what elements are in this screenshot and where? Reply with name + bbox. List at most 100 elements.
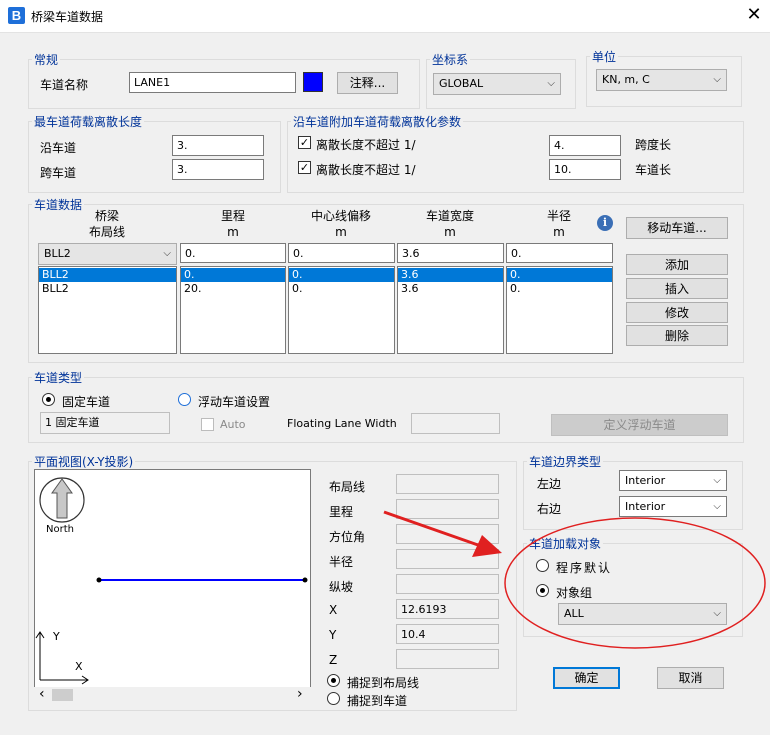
layout-line-select[interactable]: BLL2 ⌵ (38, 243, 177, 265)
max-span-checkbox[interactable]: ✓ (298, 136, 311, 149)
list-item[interactable]: 0. (507, 282, 612, 296)
col-header-layout: 桥梁 布局线 (38, 208, 176, 240)
max-lane-checkbox[interactable]: ✓ (298, 161, 311, 174)
define-floating-lane-button[interactable]: 定义浮动车道 (551, 414, 728, 436)
north-arrow-icon (39, 477, 85, 523)
horizontal-scrollbar[interactable]: ‹ › (34, 686, 311, 702)
left-edge-value: Interior (625, 474, 666, 487)
program-default-label: 程序默认 (556, 561, 613, 575)
cancel-button[interactable]: 取消 (657, 667, 724, 689)
info-y-label: Y (329, 628, 337, 642)
info-icon[interactable]: i (597, 215, 613, 231)
fixed-lane-value: 1 固定车道 (40, 412, 170, 434)
fixed-lane-label: 固定车道 (62, 395, 111, 409)
info-station-label: 里程 (329, 505, 354, 519)
fixed-lane-radio[interactable] (42, 393, 55, 406)
floating-width-label: Floating Lane Width (287, 417, 397, 430)
program-default-radio[interactable] (536, 559, 549, 572)
close-icon[interactable]: ✕ (743, 3, 765, 27)
list-item[interactable]: BLL2 (39, 268, 176, 282)
max-lane-label: 离散长度不超过 1/ (316, 163, 416, 177)
along-lane-field[interactable]: 3. (172, 135, 264, 156)
discretization-group (28, 121, 281, 193)
scroll-right-icon[interactable]: › (297, 686, 303, 702)
radius-list[interactable]: 0. 0. (506, 266, 613, 354)
units-legend: 单位 (590, 48, 619, 65)
col-header-station-line2: m (227, 225, 239, 239)
coord-system-value: GLOBAL (439, 77, 484, 90)
list-item[interactable]: 0. (289, 282, 394, 296)
info-station-field (396, 499, 499, 519)
object-group-select[interactable]: ALL ⌵ (558, 603, 727, 625)
chevron-down-icon: ⌵ (713, 74, 721, 85)
offset-edit-field[interactable]: 0. (288, 243, 395, 263)
col-header-width-line1: 车道宽度 (425, 209, 474, 223)
width-edit-field[interactable]: 3.6 (397, 243, 504, 263)
col-header-width-line2: m (444, 225, 456, 239)
layout-list[interactable]: BLL2 BLL2 (38, 266, 177, 354)
object-group-radio[interactable] (536, 584, 549, 597)
radius-edit-field[interactable]: 0. (506, 243, 613, 263)
note-button[interactable]: 注释... (337, 72, 398, 94)
plan-view-canvas[interactable]: North Y X (34, 469, 311, 688)
list-item[interactable]: 20. (181, 282, 285, 296)
info-y-field: 10.4 (396, 624, 499, 644)
plan-view-legend: 平面视图(X-Y投影) (32, 453, 136, 470)
discretization-legend: 最车道荷载离散长度 (32, 113, 145, 130)
list-item[interactable]: BLL2 (39, 282, 176, 296)
snap-lane-radio[interactable] (327, 692, 340, 705)
right-edge-select[interactable]: Interior ⌵ (619, 496, 727, 517)
max-span-label: 离散长度不超过 1/ (316, 138, 416, 152)
max-lane-field[interactable]: 10. (549, 159, 621, 180)
floating-width-field[interactable] (411, 413, 500, 434)
lane-length-label: 车道长 (635, 163, 672, 177)
modify-button[interactable]: 修改 (626, 302, 728, 323)
app-logo-icon: B (8, 7, 25, 24)
boundary-legend: 车道边界类型 (527, 453, 604, 470)
info-bearing-field (396, 524, 499, 544)
across-lane-field[interactable]: 3. (172, 159, 264, 180)
axis-y-label: Y (53, 630, 60, 643)
col-header-offset-line2: m (335, 225, 347, 239)
snap-layout-radio[interactable] (327, 674, 340, 687)
coord-system-select[interactable]: GLOBAL ⌵ (433, 73, 561, 95)
max-span-field[interactable]: 4. (549, 135, 621, 156)
floating-lane-radio[interactable] (178, 393, 191, 406)
info-layout-field (396, 474, 499, 494)
delete-button[interactable]: 删除 (626, 325, 728, 346)
units-value: KN, m, C (602, 73, 650, 86)
station-edit-field[interactable]: 0. (180, 243, 286, 263)
scroll-left-icon[interactable]: ‹ (39, 686, 45, 702)
ok-button[interactable]: 确定 (553, 667, 620, 689)
list-item[interactable]: 3.6 (398, 268, 503, 282)
scrollbar-thumb[interactable] (52, 689, 73, 701)
info-z-label: Z (329, 653, 338, 667)
chevron-down-icon: ⌵ (713, 608, 721, 619)
axis-x-label: X (75, 660, 83, 673)
list-item[interactable]: 3.6 (398, 282, 503, 296)
coord-system-legend: 坐标系 (430, 51, 471, 68)
insert-button[interactable]: 插入 (626, 278, 728, 299)
offset-list[interactable]: 0. 0. (288, 266, 395, 354)
auto-checkbox[interactable] (201, 418, 214, 431)
lane-color-swatch[interactable] (303, 72, 323, 92)
move-lane-button[interactable]: 移动车道... (626, 217, 728, 239)
units-select[interactable]: KN, m, C ⌵ (596, 69, 727, 91)
list-item[interactable]: 0. (507, 268, 612, 282)
col-header-offset-line1: 中心线偏移 (310, 209, 371, 223)
width-list[interactable]: 3.6 3.6 (397, 266, 504, 354)
add-button[interactable]: 添加 (626, 254, 728, 275)
general-legend: 常规 (32, 51, 61, 68)
left-edge-select[interactable]: Interior ⌵ (619, 470, 727, 491)
list-item[interactable]: 0. (289, 268, 394, 282)
object-group-value: ALL (564, 607, 584, 620)
lane-type-legend: 车道类型 (32, 369, 85, 386)
station-list[interactable]: 0. 20. (180, 266, 286, 354)
chevron-down-icon: ⌵ (547, 78, 555, 89)
col-header-offset: 中心线偏移 m (288, 208, 394, 240)
list-item[interactable]: 0. (181, 268, 285, 282)
lane-name-field[interactable]: LANE1 (129, 72, 296, 93)
floating-lane-label: 浮动车道设置 (198, 395, 271, 409)
snap-lane-label: 捕捉到车道 (347, 694, 408, 708)
axis-icon (35, 631, 89, 685)
